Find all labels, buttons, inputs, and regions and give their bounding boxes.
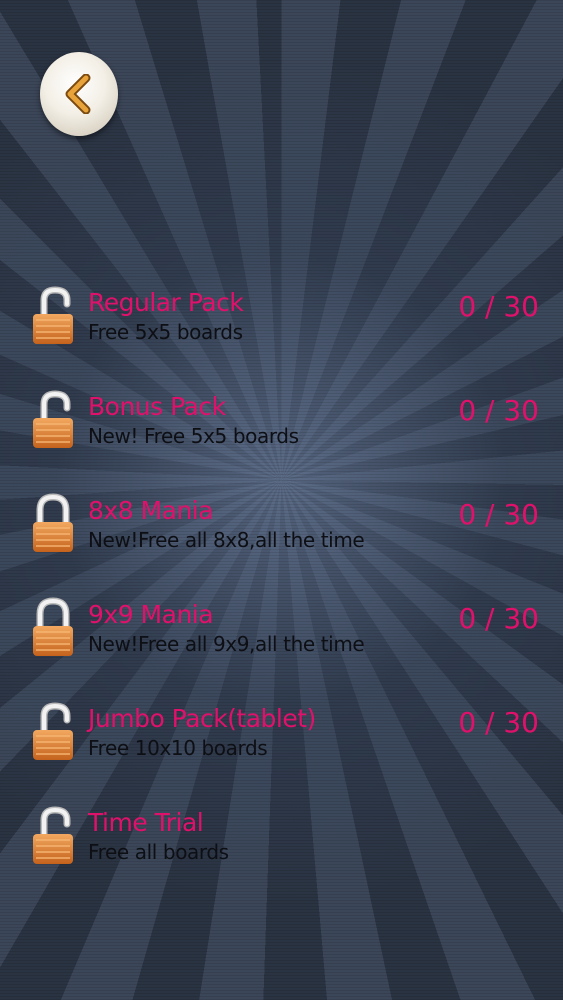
pack-row-9x9-mania[interactable]: 9x9 Mania New!Free all 9x9,all the time … (0, 592, 563, 672)
pack-subtitle: Free 10x10 boards (88, 736, 268, 760)
pack-row-bonus[interactable]: Bonus Pack New! Free 5x5 boards 0 / 30 (0, 384, 563, 464)
pack-row-time-trial[interactable]: Time Trial Free all boards (0, 800, 563, 880)
back-button[interactable] (40, 52, 118, 136)
pack-subtitle: New!Free all 9x9,all the time (88, 632, 365, 656)
chevron-left-icon (65, 74, 91, 114)
pack-title: Jumbo Pack(tablet) (88, 704, 316, 733)
pack-title: 8x8 Mania (88, 496, 214, 525)
locked-padlock-icon (33, 597, 73, 656)
pack-progress: 0 / 30 (458, 498, 539, 531)
pack-title: Time Trial (88, 808, 204, 837)
pack-title: Regular Pack (88, 288, 244, 317)
pack-row-regular[interactable]: Regular Pack Free 5x5 boards 0 / 30 (0, 280, 563, 360)
unlocked-padlock-icon (33, 806, 73, 864)
pack-row-jumbo[interactable]: Jumbo Pack(tablet) Free 10x10 boards 0 /… (0, 696, 563, 776)
pack-title: 9x9 Mania (88, 600, 214, 629)
pack-progress: 0 / 30 (458, 394, 539, 427)
pack-subtitle: Free 5x5 boards (88, 320, 243, 344)
pack-subtitle: New! Free 5x5 boards (88, 424, 299, 448)
pack-title: Bonus Pack (88, 392, 226, 421)
pack-progress: 0 / 30 (458, 706, 539, 739)
unlocked-padlock-icon (33, 390, 73, 448)
pack-subtitle: Free all boards (88, 840, 229, 864)
pack-row-8x8-mania[interactable]: 8x8 Mania New!Free all 8x8,all the time … (0, 488, 563, 568)
pack-progress: 0 / 30 (458, 602, 539, 635)
unlocked-padlock-icon (33, 702, 73, 760)
pack-progress: 0 / 30 (458, 290, 539, 323)
locked-padlock-icon (33, 493, 73, 552)
unlocked-padlock-icon (33, 286, 73, 344)
pack-subtitle: New!Free all 8x8,all the time (88, 528, 365, 552)
